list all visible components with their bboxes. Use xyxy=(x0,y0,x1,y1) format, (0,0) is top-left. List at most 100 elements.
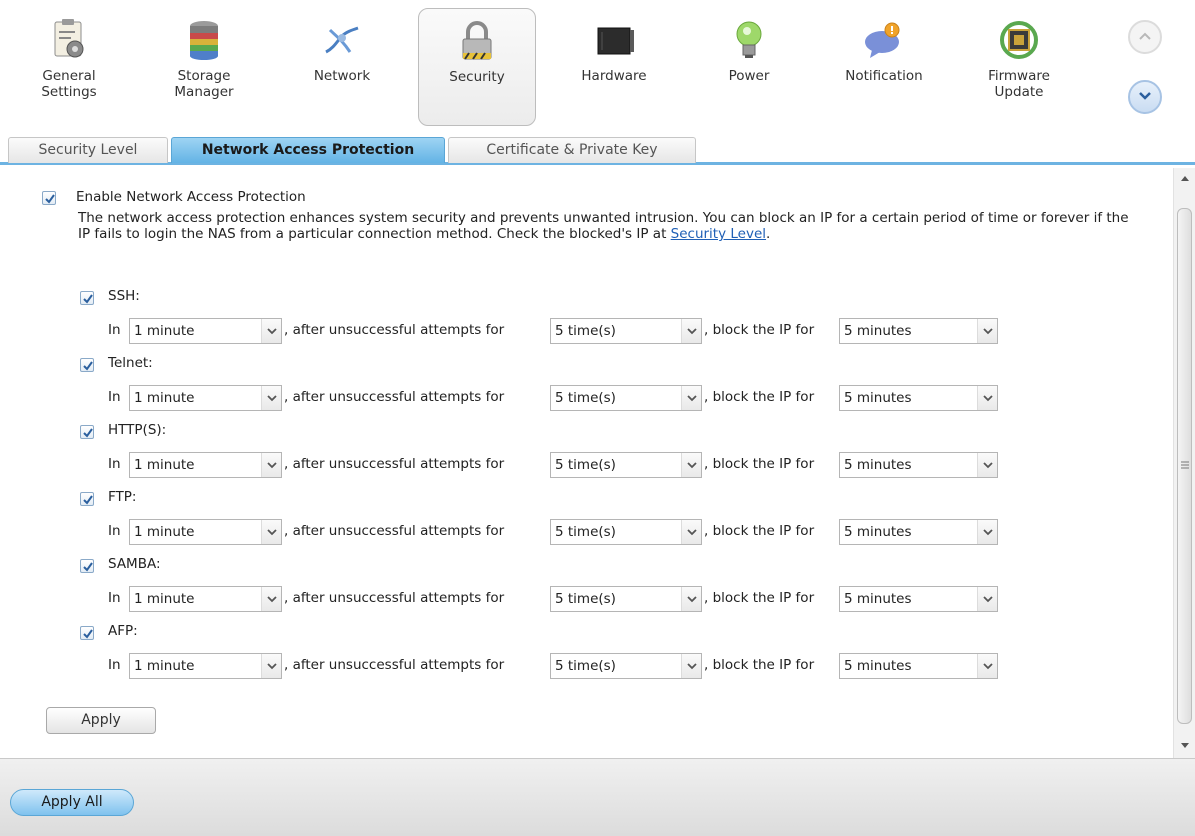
category-network[interactable]: Network xyxy=(283,8,401,126)
category-label-line2: Update xyxy=(994,84,1044,100)
block-label: , block the IP for xyxy=(704,456,815,472)
notification-icon xyxy=(862,18,906,62)
selected-value: 1 minute xyxy=(134,323,195,339)
dropdown-button[interactable] xyxy=(261,319,281,343)
category-security[interactable]: Security xyxy=(418,8,536,126)
dropdown-button[interactable] xyxy=(977,386,997,410)
chevron-up-icon xyxy=(1139,32,1151,40)
category-general-settings[interactable]: General Settings xyxy=(10,8,128,126)
dropdown-button[interactable] xyxy=(681,520,701,544)
https-block-select[interactable]: 5 minutes xyxy=(839,452,998,478)
dropdown-button[interactable] xyxy=(977,587,997,611)
https-checkbox[interactable] xyxy=(80,425,94,439)
afp-label: AFP: xyxy=(108,623,138,639)
dropdown-arrow-icon xyxy=(983,462,993,469)
category-power[interactable]: Power xyxy=(690,8,808,126)
ssh-attempts-select[interactable]: 5 time(s) xyxy=(550,318,702,344)
in-label: In xyxy=(108,456,121,472)
category-label-line2: Settings xyxy=(41,84,97,100)
samba-block-select[interactable]: 5 minutes xyxy=(839,586,998,612)
apply-button[interactable]: Apply xyxy=(46,707,156,734)
afp-checkbox[interactable] xyxy=(80,626,94,640)
scroll-up-button[interactable] xyxy=(1128,20,1162,54)
network-icon xyxy=(320,18,364,62)
dropdown-arrow-icon xyxy=(687,663,697,670)
selected-value: 5 time(s) xyxy=(555,323,616,339)
selected-value: 5 minutes xyxy=(844,457,912,473)
scrollbar-thumb[interactable] xyxy=(1177,208,1192,724)
dropdown-arrow-icon xyxy=(267,328,277,335)
tab-security-level[interactable]: Security Level xyxy=(8,137,168,163)
ssh-label: SSH: xyxy=(108,288,140,304)
grip-icon xyxy=(1181,461,1189,469)
telnet-attempts-select[interactable]: 5 time(s) xyxy=(550,385,702,411)
https-period-select[interactable]: 1 minute xyxy=(129,452,282,478)
ssh-checkbox[interactable] xyxy=(80,291,94,305)
dropdown-button[interactable] xyxy=(261,587,281,611)
category-label: Network xyxy=(313,68,371,84)
attempts-label: , after unsuccessful attempts for xyxy=(284,523,505,539)
selected-value: 5 minutes xyxy=(844,591,912,607)
samba-checkbox[interactable] xyxy=(80,559,94,573)
dropdown-button[interactable] xyxy=(681,386,701,410)
settings-icon xyxy=(47,18,91,62)
category-hardware[interactable]: Hardware xyxy=(555,8,673,126)
checkmark-icon xyxy=(83,629,93,639)
afp-period-select[interactable]: 1 minute xyxy=(129,653,282,679)
category-storage-manager[interactable]: Storage Manager xyxy=(145,8,263,126)
category-notification[interactable]: Notification xyxy=(825,8,943,126)
dropdown-button[interactable] xyxy=(977,520,997,544)
dropdown-button[interactable] xyxy=(977,453,997,477)
enable-protection-label: Enable Network Access Protection xyxy=(76,189,306,205)
scroll-down-arrow-icon[interactable] xyxy=(1180,742,1190,750)
selected-value: 1 minute xyxy=(134,524,195,540)
security-level-link[interactable]: Security Level xyxy=(671,226,766,242)
dropdown-button[interactable] xyxy=(261,453,281,477)
dropdown-button[interactable] xyxy=(681,587,701,611)
enable-protection-checkbox[interactable] xyxy=(42,191,56,205)
ftp-block-select[interactable]: 5 minutes xyxy=(839,519,998,545)
selected-value: 5 minutes xyxy=(844,524,912,540)
afp-attempts-select[interactable]: 5 time(s) xyxy=(550,653,702,679)
telnet-period-select[interactable]: 1 minute xyxy=(129,385,282,411)
dropdown-button[interactable] xyxy=(261,520,281,544)
dropdown-button[interactable] xyxy=(977,319,997,343)
samba-period-select[interactable]: 1 minute xyxy=(129,586,282,612)
dropdown-button[interactable] xyxy=(261,654,281,678)
ftp-checkbox[interactable] xyxy=(80,492,94,506)
dropdown-button[interactable] xyxy=(681,654,701,678)
ftp-attempts-select[interactable]: 5 time(s) xyxy=(550,519,702,545)
in-label: In xyxy=(108,322,121,338)
block-label: , block the IP for xyxy=(704,389,815,405)
apply-all-button[interactable]: Apply All xyxy=(10,789,134,816)
telnet-checkbox[interactable] xyxy=(80,358,94,372)
telnet-block-select[interactable]: 5 minutes xyxy=(839,385,998,411)
scroll-up-arrow-icon[interactable] xyxy=(1180,174,1190,182)
dropdown-arrow-icon xyxy=(983,663,993,670)
dropdown-button[interactable] xyxy=(261,386,281,410)
block-label: , block the IP for xyxy=(704,590,815,606)
tab-network-access-protection[interactable]: Network Access Protection xyxy=(171,137,445,163)
dropdown-arrow-icon xyxy=(687,328,697,335)
ssh-block-select[interactable]: 5 minutes xyxy=(839,318,998,344)
firmware-icon xyxy=(997,18,1041,62)
scroll-down-button[interactable] xyxy=(1128,80,1162,114)
ssh-period-select[interactable]: 1 minute xyxy=(129,318,282,344)
dropdown-arrow-icon xyxy=(687,596,697,603)
ftp-period-select[interactable]: 1 minute xyxy=(129,519,282,545)
https-attempts-select[interactable]: 5 time(s) xyxy=(550,452,702,478)
description-text: The network access protection enhances s… xyxy=(78,210,1129,242)
attempts-label: , after unsuccessful attempts for xyxy=(284,657,505,673)
vertical-scrollbar[interactable] xyxy=(1173,168,1195,758)
category-firmware-update[interactable]: Firmware Update xyxy=(960,8,1078,126)
selected-value: 5 minutes xyxy=(844,658,912,674)
dropdown-button[interactable] xyxy=(681,453,701,477)
dropdown-button[interactable] xyxy=(681,319,701,343)
samba-attempts-select[interactable]: 5 time(s) xyxy=(550,586,702,612)
category-toolbar: General Settings Storage Manager Network… xyxy=(0,0,1195,130)
afp-block-select[interactable]: 5 minutes xyxy=(839,653,998,679)
attempts-label: , after unsuccessful attempts for xyxy=(284,389,505,405)
dropdown-button[interactable] xyxy=(977,654,997,678)
tab-certificate-private-key[interactable]: Certificate & Private Key xyxy=(448,137,696,163)
selected-value: 5 time(s) xyxy=(555,591,616,607)
